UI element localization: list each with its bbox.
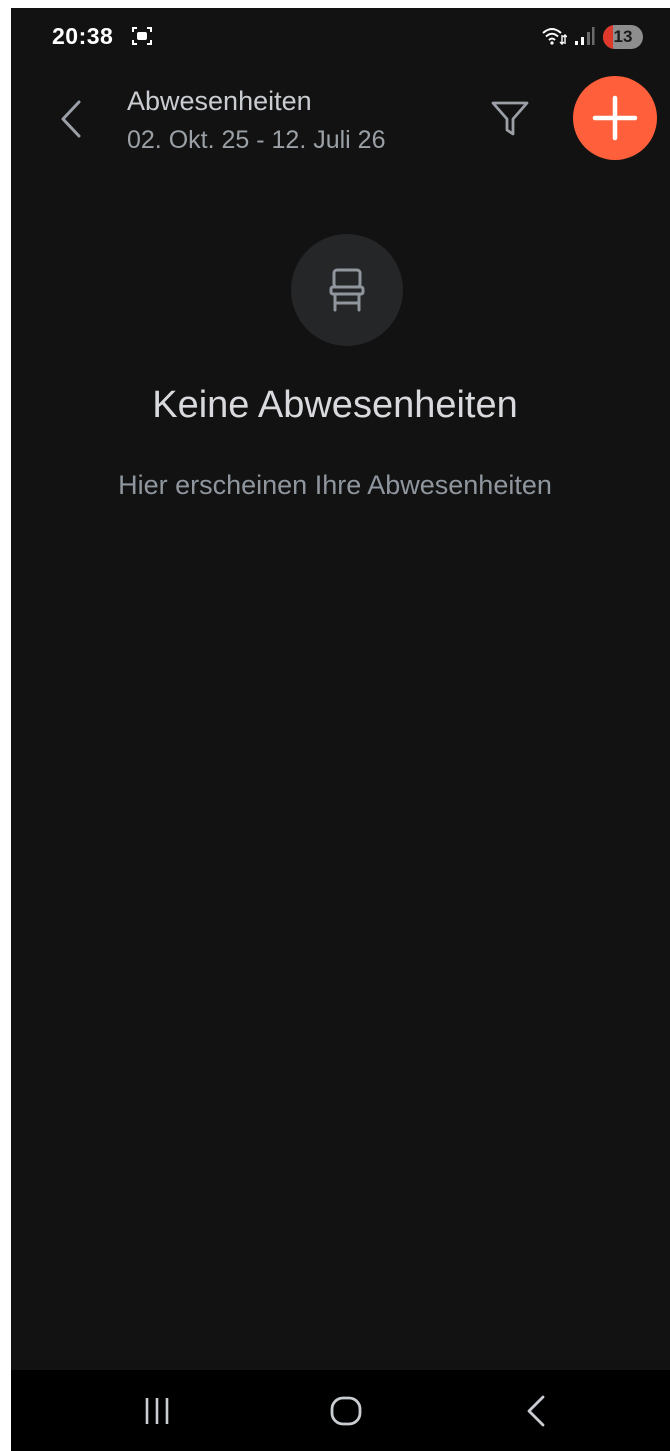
back-button[interactable] xyxy=(51,94,91,144)
signal-icon xyxy=(575,27,595,45)
recent-apps-icon xyxy=(145,1398,169,1424)
home-icon xyxy=(330,1396,362,1426)
system-back-button[interactable] xyxy=(506,1386,566,1436)
back-icon xyxy=(527,1395,545,1427)
battery-icon: 13 xyxy=(603,25,643,49)
filter-button[interactable] xyxy=(485,94,535,144)
chair-icon xyxy=(329,268,365,312)
status-bar: 20:38 13 xyxy=(11,8,670,64)
status-time: 20:38 xyxy=(52,23,114,49)
wifi-icon xyxy=(542,28,567,45)
date-range-subtitle: 02. Okt. 25 - 12. Juli 26 xyxy=(127,126,386,154)
battery-level-text: 13 xyxy=(613,27,633,46)
add-absence-button[interactable] xyxy=(573,76,657,160)
home-button[interactable] xyxy=(316,1386,376,1436)
screenshot-icon xyxy=(132,27,152,45)
system-navigation-bar xyxy=(11,1370,670,1451)
filter-icon xyxy=(491,101,529,136)
empty-state-subtitle: Hier erscheinen Ihre Abwesenheiten xyxy=(118,470,552,500)
empty-state-title: Keine Abwesenheiten xyxy=(152,384,518,426)
back-chevron-icon xyxy=(61,100,81,138)
page-title: Abwesenheiten xyxy=(127,86,312,116)
plus-icon xyxy=(592,95,638,141)
app-screen: 20:38 13 Abwesenheiten 02. Okt. 25 - 12.… xyxy=(11,8,670,1451)
empty-state-icon-circle xyxy=(291,234,403,346)
recent-apps-button[interactable] xyxy=(127,1386,187,1436)
